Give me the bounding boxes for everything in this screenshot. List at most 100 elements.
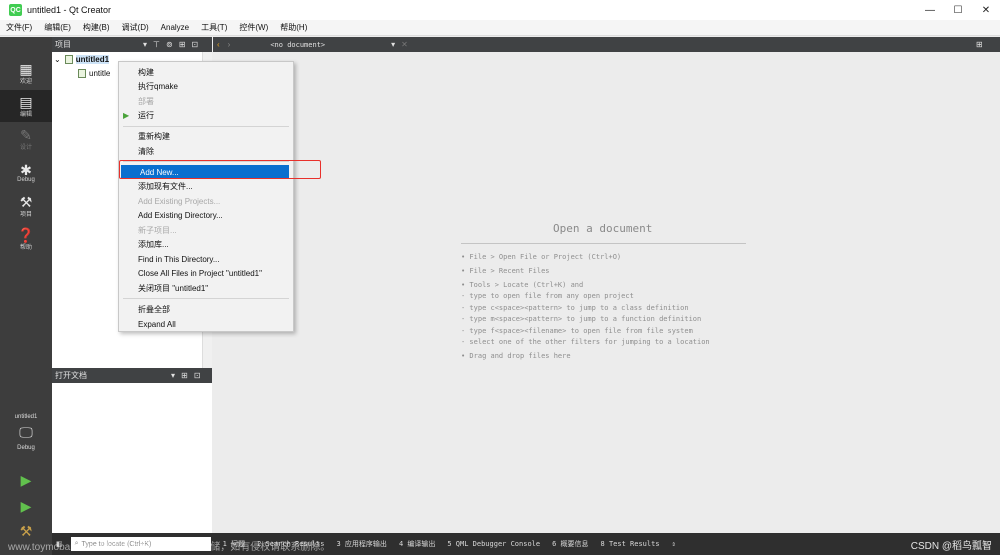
menu-file[interactable]: 文件(F) xyxy=(0,22,38,33)
output-pane-general-messages[interactable]: 6 概要信息 xyxy=(552,539,588,549)
highlight-annotation-box xyxy=(119,160,321,179)
mode-welcome[interactable]: ▦ 欢迎 xyxy=(0,57,52,89)
project-panel-header: 项目 ▾ ⊤ ⊚ ⊞ ⊡ xyxy=(52,37,212,52)
menu-analyze[interactable]: Analyze xyxy=(155,23,195,32)
hint-line: - select one of the other filters for ju… xyxy=(461,338,710,346)
menu-item-expand-all[interactable]: Expand All xyxy=(119,317,293,331)
welcome-divider xyxy=(461,243,746,244)
project-panel-title[interactable]: 项目 xyxy=(55,39,71,50)
play-icon: ▶ xyxy=(20,471,32,488)
chevron-updown-icon[interactable]: ⇕ xyxy=(672,540,676,548)
filter-icon[interactable]: ⊤ xyxy=(153,40,160,49)
hint-line: - type m<space><pattern> to jump to a fu… xyxy=(461,315,702,323)
menu-item-rebuild[interactable]: 重新构建 xyxy=(119,129,293,143)
menu-item-add-existing-directory[interactable]: Add Existing Directory... xyxy=(119,208,293,222)
title-bar: QC untitled1 - Qt Creator — ☐ ✕ xyxy=(0,0,1000,20)
split-icon[interactable]: ⊞ xyxy=(976,40,983,49)
hammer-icon: ⚒ xyxy=(19,522,33,539)
hint-line: • Tools > Locate (Ctrl+K) and xyxy=(461,281,584,289)
hint-line: • File > Recent Files xyxy=(461,267,550,275)
project-icon xyxy=(64,55,73,64)
split-icon[interactable]: ⊞ xyxy=(181,371,188,380)
menu-separator xyxy=(123,298,289,299)
chevron-down-icon[interactable]: ⌄ xyxy=(54,55,61,64)
pencil-icon: ✎ xyxy=(20,126,32,143)
csdn-watermark: CSDN @稻鸟瓢智 xyxy=(910,541,992,552)
output-pane-compile-output[interactable]: 4 编译输出 xyxy=(399,539,435,549)
wrench-icon: ⚒ xyxy=(19,193,33,210)
debug-play-icon: ▶ xyxy=(20,497,32,514)
menu-item-close-all-files[interactable]: Close All Files in Project "untitled1" xyxy=(119,266,293,280)
close-document-icon[interactable]: ✕ xyxy=(401,40,408,49)
menu-bar: 文件(F) 编辑(E) 构建(B) 调试(D) Analyze 工具(T) 控件… xyxy=(0,20,1000,36)
menu-item-deploy[interactable]: 部署 xyxy=(119,94,293,108)
tree-child-label: untitle xyxy=(89,69,111,78)
menu-item-add-existing-files[interactable]: 添加现有文件... xyxy=(119,179,293,193)
project-root-label: untitled1 xyxy=(75,55,110,64)
kit-project-name: untitled1 xyxy=(14,414,38,420)
hint-line: • Drag and drop files here xyxy=(461,352,571,360)
document-selector[interactable]: <no document> xyxy=(270,41,325,49)
mode-selector: ▦ 欢迎 ▤ 编辑 ✎ 设计 ✱ Debug ⚒ 项目 ❓ 帮助 untitle… xyxy=(0,37,52,555)
mode-projects[interactable]: ⚒ 项目 xyxy=(0,190,52,222)
mode-design[interactable]: ✎ 设计 xyxy=(0,123,52,155)
menu-tools[interactable]: 工具(T) xyxy=(195,22,233,33)
menu-item-run-qmake[interactable]: 执行qmake xyxy=(119,79,293,93)
qt-creator-window: QC untitled1 - Qt Creator — ☐ ✕ 文件(F) 编辑… xyxy=(0,0,1000,555)
mode-debug[interactable]: ✱ Debug xyxy=(0,157,52,189)
help-icon: ❓ xyxy=(17,226,35,243)
mode-edit[interactable]: ▤ 编辑 xyxy=(0,90,52,122)
output-pane-qml-debugger[interactable]: 5 QML Debugger Console xyxy=(447,540,540,548)
close-pane-icon[interactable]: ⊡ xyxy=(191,40,198,49)
output-pane-test-results[interactable]: 8 Test Results xyxy=(601,540,660,548)
menu-edit[interactable]: 编辑(E) xyxy=(38,22,77,33)
link-icon[interactable]: ⊚ xyxy=(166,40,173,49)
mode-help[interactable]: ❓ 帮助 xyxy=(0,223,52,255)
hint-line: - type c<space><pattern> to jump to a cl… xyxy=(461,304,689,312)
menu-widgets[interactable]: 控件(W) xyxy=(233,22,274,33)
menu-item-new-subproject[interactable]: 新子项目... xyxy=(119,223,293,237)
menu-item-run[interactable]: 运行 xyxy=(119,108,293,122)
split-icon[interactable]: ⊞ xyxy=(179,40,186,49)
chevron-down-icon[interactable]: ▾ xyxy=(391,40,395,49)
chevron-down-icon[interactable]: ▾ xyxy=(171,371,175,380)
open-documents-header: 打开文档 ▾ ⊞ ⊡ xyxy=(52,368,212,383)
bug-icon: ✱ xyxy=(20,162,32,178)
menu-item-add-library[interactable]: 添加库... xyxy=(119,237,293,251)
menu-item-collapse-all[interactable]: 折叠全部 xyxy=(119,302,293,316)
close-button[interactable]: ✕ xyxy=(972,0,1000,20)
project-context-menu: 构建 执行qmake 部署 ▶ 运行 重新构建 清除 Add New... 添加… xyxy=(118,61,294,332)
menu-separator xyxy=(123,126,289,127)
debug-run-button[interactable]: ▶ xyxy=(0,494,52,518)
tree-row-child[interactable]: untitle xyxy=(78,67,110,80)
menu-debug[interactable]: 调试(D) xyxy=(116,22,155,33)
forward-icon[interactable]: › xyxy=(228,40,231,49)
close-pane-icon[interactable]: ⊡ xyxy=(194,371,201,380)
file-icon xyxy=(78,69,86,78)
hint-line: • File > Open File or Project (Ctrl+O) xyxy=(461,253,622,261)
output-pane-application-output[interactable]: 3 应用程序输出 xyxy=(337,539,387,549)
back-icon[interactable]: ‹ xyxy=(217,40,220,49)
chevron-down-icon[interactable]: ▾ xyxy=(143,40,147,49)
menu-build[interactable]: 构建(B) xyxy=(77,22,116,33)
hint-line: - type to open file from any open projec… xyxy=(461,292,634,300)
open-documents-title[interactable]: 打开文档 xyxy=(55,370,87,381)
menu-item-close-project[interactable]: 关闭项目 "untitled1" xyxy=(119,281,293,295)
run-button[interactable]: ▶ xyxy=(0,468,52,492)
hint-line: - type f<space><filename> to open file f… xyxy=(461,327,693,335)
maximize-button[interactable]: ☐ xyxy=(944,0,972,20)
editor-area[interactable]: Open a document • File > Open File or Pr… xyxy=(213,52,1000,533)
menu-item-add-existing-projects[interactable]: Add Existing Projects... xyxy=(119,194,293,208)
minimize-button[interactable]: — xyxy=(916,0,944,20)
menu-item-clean[interactable]: 清除 xyxy=(119,144,293,158)
menu-help[interactable]: 帮助(H) xyxy=(274,22,313,33)
open-documents-list[interactable] xyxy=(52,383,212,533)
kit-build-config: Debug xyxy=(17,445,35,451)
qt-creator-icon: QC xyxy=(9,4,22,16)
monitor-icon: 🖵 xyxy=(19,424,33,440)
menu-item-find-in-directory[interactable]: Find in This Directory... xyxy=(119,252,293,266)
grid-icon: ▦ xyxy=(19,60,33,77)
kit-selector[interactable]: untitled1 🖵 Debug xyxy=(0,414,52,451)
menu-item-build[interactable]: 构建 xyxy=(119,65,293,79)
editor-toolbar: ‹ › <no document> ▾ ✕ ⊞ xyxy=(213,37,1000,52)
